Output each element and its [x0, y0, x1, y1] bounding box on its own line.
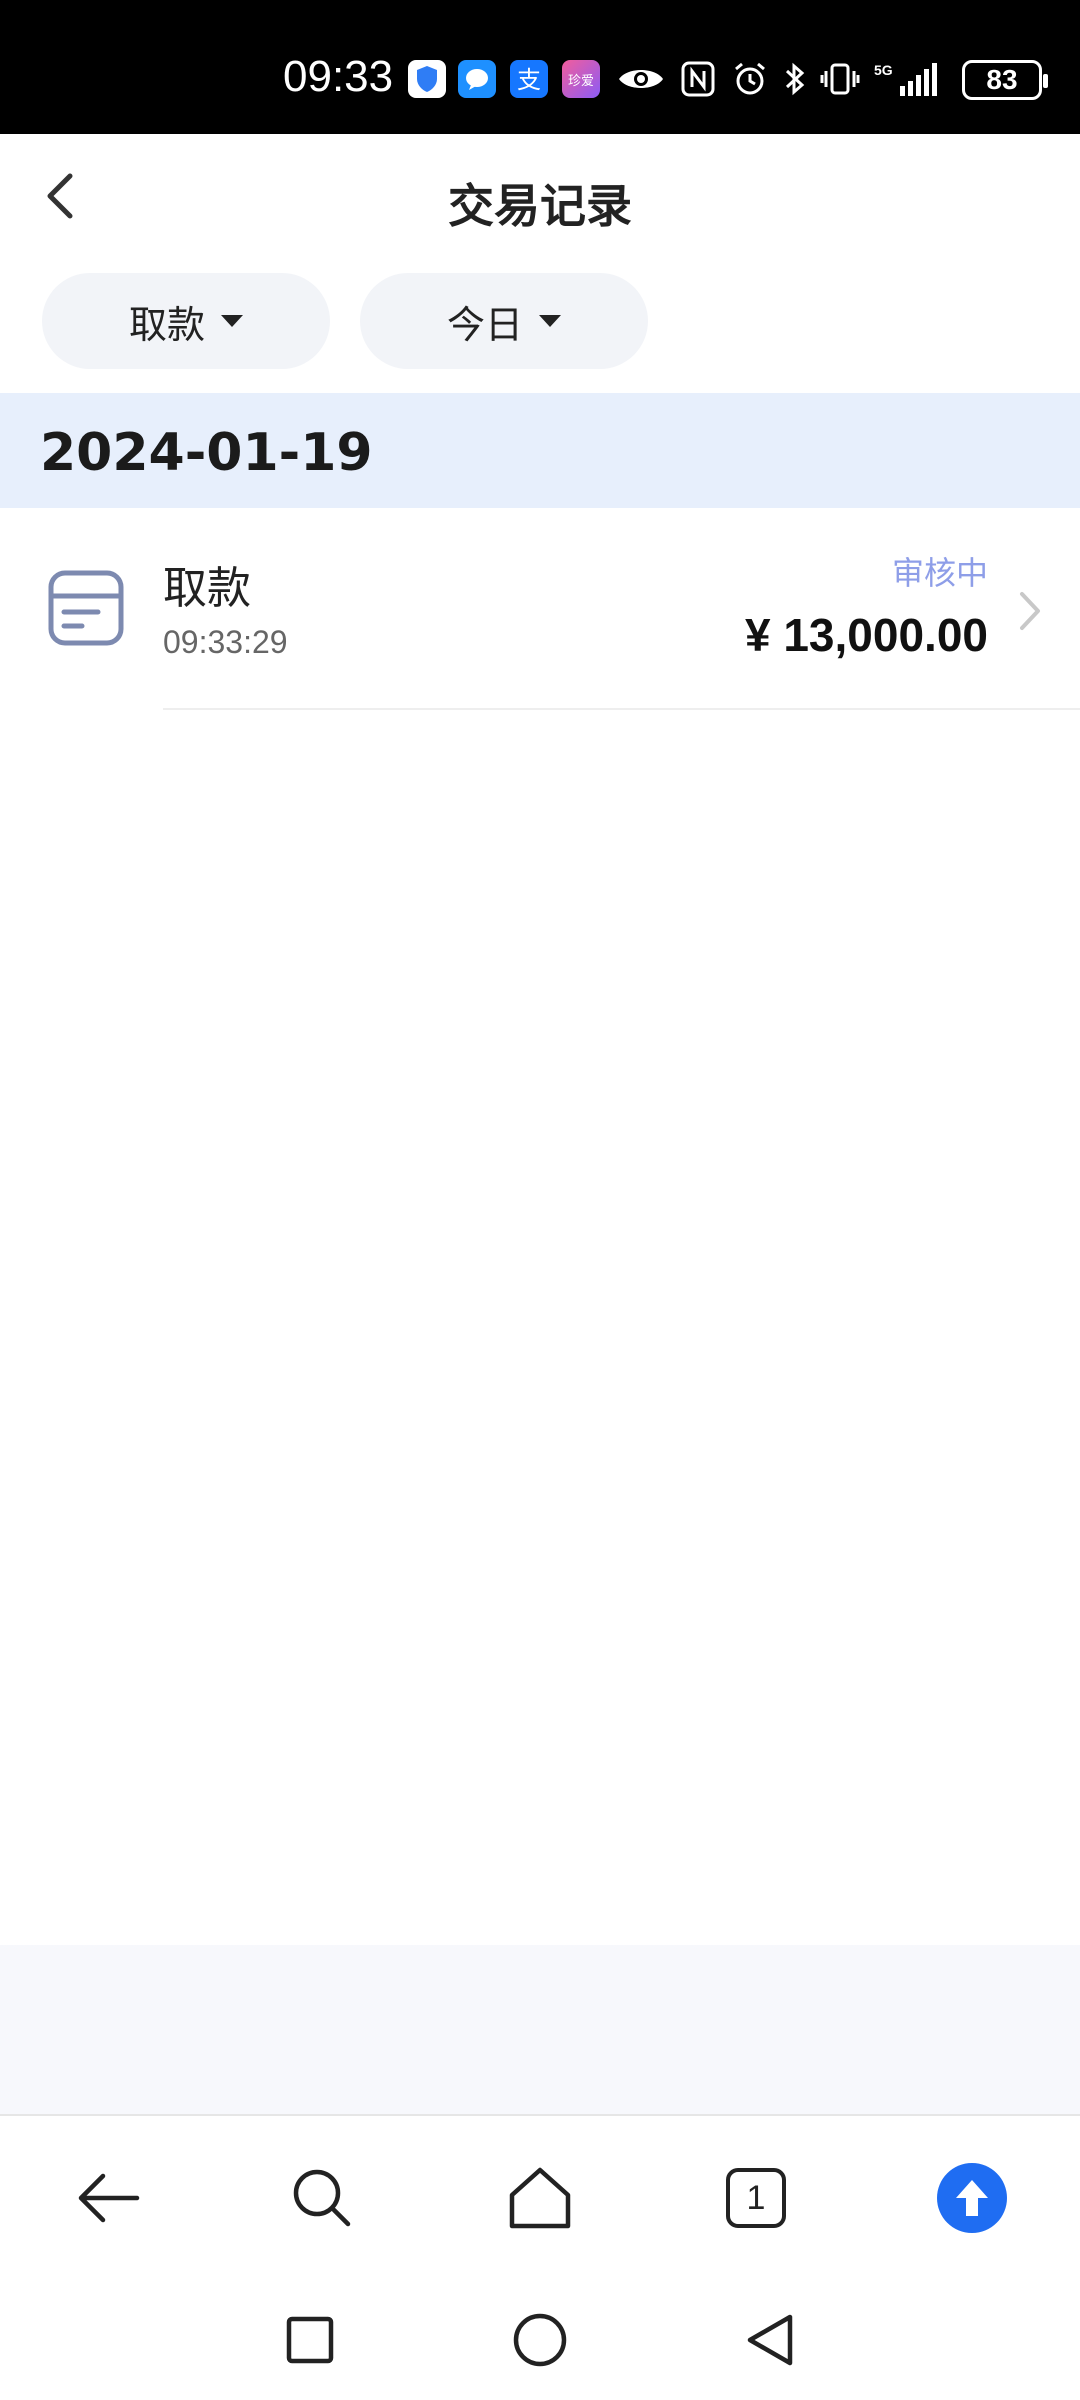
app-header: 交易记录 — [0, 134, 1080, 258]
triangle-back-icon — [747, 2314, 793, 2366]
period-filter-dropdown[interactable]: 今日 — [360, 273, 648, 369]
type-filter-label: 取款 — [128, 302, 205, 347]
arrow-up-icon — [937, 2163, 1007, 2233]
message-app-icon — [458, 60, 496, 98]
arrow-left-icon — [78, 2173, 140, 2223]
transaction-time: 09:33:29 — [163, 624, 288, 660]
caret-down-icon — [221, 315, 243, 327]
circle-icon — [513, 2313, 567, 2367]
footer-area — [0, 1945, 1080, 2115]
tab-count-icon: 1 — [726, 2168, 786, 2228]
search-icon — [293, 2169, 351, 2227]
system-home-button[interactable] — [500, 2300, 580, 2380]
empty-list-area — [0, 710, 1080, 1945]
caret-down-icon — [539, 315, 561, 327]
transaction-row[interactable]: 取款 09:33:29 审核中 ¥ 13,000.00 — [0, 508, 1080, 710]
battery-indicator: 83 — [962, 60, 1048, 100]
svg-text:珍爱: 珍爱 — [568, 74, 594, 89]
section-date: 2024-01-19 — [40, 423, 373, 483]
signal-icon: 5G — [872, 59, 942, 99]
browser-back-button[interactable] — [68, 2158, 148, 2238]
status-bar: 09:33 支 珍爱 5G 83 — [0, 0, 1080, 134]
date-section-header: 2024-01-19 — [0, 393, 1080, 508]
type-filter-dropdown[interactable]: 取款 — [42, 273, 330, 369]
shield-app-icon — [408, 60, 446, 98]
nfc-icon — [678, 59, 718, 99]
filter-bar: 取款 今日 — [42, 273, 648, 369]
browser-toolbar: 1 — [0, 2114, 1080, 2280]
network-type-label: 5G — [874, 62, 893, 78]
zhenai-app-icon: 珍爱 — [562, 60, 600, 98]
browser-tabs-button[interactable]: 1 — [716, 2158, 796, 2238]
transaction-record-icon — [48, 570, 124, 646]
vibrate-icon — [820, 59, 860, 99]
eye-icon — [616, 59, 666, 99]
bluetooth-icon — [782, 59, 808, 99]
scroll-to-top-button[interactable] — [932, 2158, 1012, 2238]
system-back-button[interactable] — [730, 2300, 810, 2380]
browser-home-button[interactable] — [500, 2158, 580, 2238]
transaction-amount: ¥ 13,000.00 — [744, 609, 988, 661]
browser-search-button[interactable] — [282, 2158, 362, 2238]
svg-text:支: 支 — [517, 66, 541, 94]
page-title: 交易记录 — [448, 179, 632, 233]
transaction-status-badge: 审核中 — [891, 554, 988, 592]
home-icon — [509, 2167, 571, 2229]
square-icon — [286, 2316, 334, 2364]
chevron-right-icon — [1020, 592, 1040, 630]
system-navigation-bar — [0, 2280, 1080, 2400]
alarm-icon — [730, 59, 770, 99]
recent-apps-button[interactable] — [270, 2300, 350, 2380]
alipay-app-icon: 支 — [510, 60, 548, 98]
transaction-type: 取款 — [163, 563, 251, 614]
period-filter-label: 今日 — [446, 302, 523, 347]
status-time: 09:33 — [283, 52, 394, 101]
status-icons: 5G — [616, 54, 942, 104]
